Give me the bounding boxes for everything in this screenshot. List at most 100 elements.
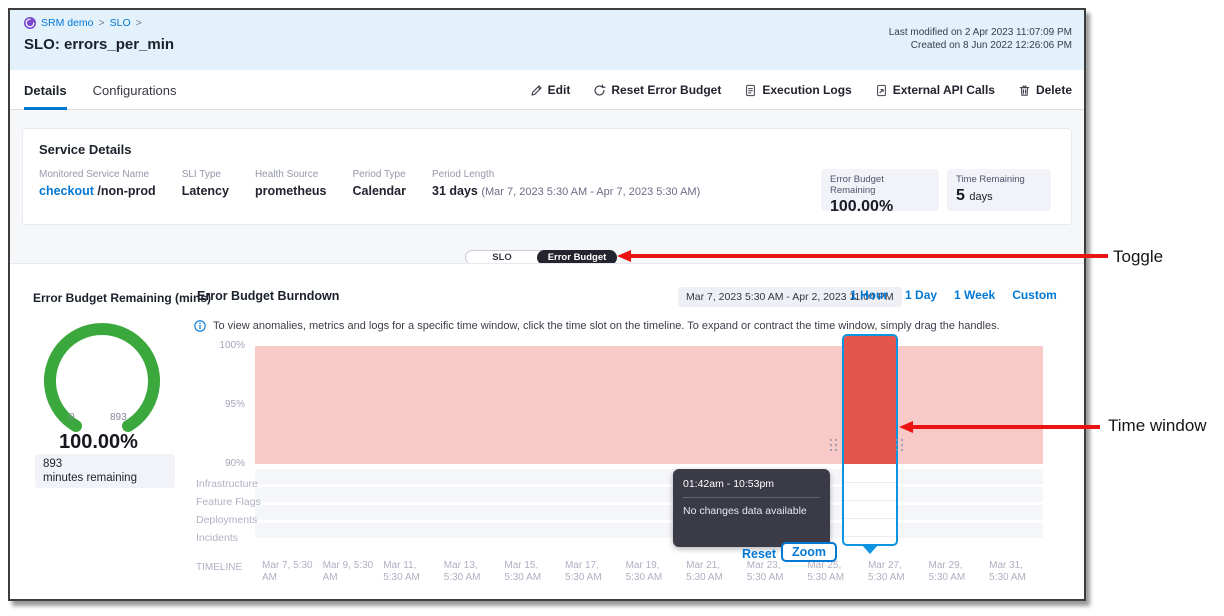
breadcrumb-project[interactable]: SRM demo [41, 17, 94, 29]
timeline-tick[interactable]: Mar 21, 5:30 AM [679, 560, 740, 584]
timeline-tick[interactable]: Mar 29, 5:30 AM [922, 560, 983, 584]
row-label-deployments: Deployments [196, 514, 257, 526]
gauge-arc [42, 321, 162, 441]
time-window-selection[interactable] [842, 334, 898, 546]
edit-label: Edit [548, 83, 571, 97]
field-sli-type: SLI Type Latency [182, 169, 229, 198]
tooltip-message: No changes data available [683, 505, 820, 517]
reset-error-budget-label: Reset Error Budget [611, 83, 721, 97]
timeline-tick[interactable]: Mar 13, 5:30 AM [437, 560, 498, 584]
timeline-tick[interactable]: Mar 27, 5:30 AM [861, 560, 922, 584]
timeline-tick[interactable]: Mar 25, 5:30 AM [800, 560, 861, 584]
info-icon [194, 319, 206, 337]
monitored-service-link[interactable]: checkout [39, 184, 94, 198]
time-window-right-handle[interactable] [896, 439, 904, 452]
breadcrumb-separator: > [99, 17, 105, 29]
sli-type-value: Latency [182, 184, 229, 198]
burndown-title: Error Budget Burndown [197, 289, 339, 303]
period-length-value: 31 days [432, 184, 478, 198]
time-window-annotation-arrowhead-icon [899, 421, 913, 433]
external-api-calls-button[interactable]: External API Calls [875, 83, 995, 97]
timeline-tick[interactable]: Mar 17, 5:30 AM [558, 560, 619, 584]
toggle-annotation-label: Toggle [1113, 247, 1163, 267]
time-remaining-unit: days [969, 191, 992, 203]
timeline-label: TIMELINE [196, 562, 242, 573]
change-row-stripe [255, 487, 1043, 502]
created-text: Created on 8 Jun 2022 12:26:06 PM [889, 39, 1072, 52]
field-label: SLI Type [182, 169, 229, 180]
interval-1-week[interactable]: 1 Week [954, 288, 995, 302]
time-remaining-value: 5 [956, 187, 965, 204]
error-budget-gauge: 0 893 [42, 321, 162, 441]
interval-custom[interactable]: Custom [1012, 288, 1057, 302]
tooltip-time-range: 01:42am - 10:53pm [683, 478, 820, 490]
external-api-calls-label: External API Calls [893, 83, 995, 97]
breadcrumb-separator: > [136, 17, 142, 29]
tab-configurations[interactable]: Configurations [93, 70, 177, 110]
changes-tooltip: 01:42am - 10:53pm No changes data availa… [673, 469, 830, 547]
timeline-tick[interactable]: Mar 19, 5:30 AM [619, 560, 680, 584]
field-label: Period Type [353, 169, 407, 180]
field-label: Monitored Service Name [39, 169, 156, 180]
error-budget-remaining-tile: Error Budget Remaining 100.00% [821, 169, 939, 211]
timeline-tick[interactable]: Mar 9, 5:30 AM [316, 560, 377, 584]
reset-error-budget-button[interactable]: Reset Error Budget [593, 83, 721, 97]
gauge-title: Error Budget Remaining (mins) [33, 291, 211, 305]
delete-button[interactable]: Delete [1018, 83, 1072, 97]
zoom-button[interactable]: Zoom [781, 542, 837, 562]
time-window-left-handle[interactable] [830, 439, 838, 452]
field-monitored-service: Monitored Service Name checkout /non-pro… [39, 169, 156, 198]
y-tick-90: 90% [147, 458, 245, 469]
breadcrumb-slo[interactable]: SLO [110, 17, 131, 29]
document-icon [744, 84, 757, 97]
field-period-type: Period Type Calendar [353, 169, 407, 198]
change-row-stripe [255, 505, 1043, 520]
interval-1-day[interactable]: 1 Day [905, 288, 937, 302]
interval-1-hour[interactable]: 1 Hour [850, 288, 888, 302]
row-label-feature-flags: Feature Flags [196, 496, 261, 508]
minutes-remaining-label: minutes remaining [43, 471, 167, 485]
period-length-range: (Mar 7, 2023 5:30 AM - Apr 7, 2023 5:30 … [481, 186, 700, 198]
pencil-icon [530, 84, 543, 97]
time-window-highlight [844, 336, 896, 464]
breadcrumb: SRM demo > SLO > [24, 17, 142, 29]
time-window-pointer-icon [862, 545, 878, 554]
srm-logo-icon [24, 17, 36, 29]
trash-icon [1018, 84, 1031, 97]
row-label-incidents: Incidents [196, 532, 238, 544]
field-label: Period Length [432, 169, 700, 180]
error-budget-panel: Error Budget Remaining (mins) 0 893 100.… [10, 263, 1084, 599]
reset-icon [593, 84, 606, 97]
period-type-value: Calendar [353, 184, 407, 198]
service-details-title: Service Details [39, 142, 132, 157]
field-period-length: Period Length 31 days (Mar 7, 2023 5:30 … [432, 169, 700, 198]
toggle-annotation-arrow [630, 254, 1108, 258]
tab-details[interactable]: Details [24, 70, 67, 110]
gauge-min: 0 [69, 412, 75, 423]
timeline-tick[interactable]: Mar 7, 5:30 AM [255, 560, 316, 584]
error-budget-remaining-value: 100.00% [830, 198, 930, 216]
page-title: SLO: errors_per_min [24, 36, 174, 53]
burndown-info-text: To view anomalies, metrics and logs for … [213, 320, 1083, 332]
change-row-stripe [255, 523, 1043, 538]
execution-logs-button[interactable]: Execution Logs [744, 83, 851, 97]
gauge-percent: 100.00% [59, 431, 138, 454]
execution-logs-label: Execution Logs [762, 83, 851, 97]
header-meta: Last modified on 2 Apr 2023 11:07:09 PM … [889, 26, 1072, 52]
timeline-tick[interactable]: Mar 23, 5:30 AM [740, 560, 801, 584]
delete-label: Delete [1036, 83, 1072, 97]
reset-button[interactable]: Reset [742, 547, 776, 561]
timeline-tick[interactable]: Mar 11, 5:30 AM [376, 560, 437, 584]
field-health-source: Health Source prometheus [255, 169, 327, 198]
timeline-tick[interactable]: Mar 15, 5:30 AM [497, 560, 558, 584]
edit-button[interactable]: Edit [530, 83, 571, 97]
tab-bar: Details Configurations Edit Reset Error … [10, 70, 1084, 110]
screenshot-canvas: SRM demo > SLO > SLO: errors_per_min Las… [0, 0, 1224, 616]
error-budget-band[interactable] [255, 346, 1043, 464]
gauge-max: 893 [110, 412, 127, 423]
timeline-tick[interactable]: Mar 31, 5:30 AM [982, 560, 1043, 584]
interval-selector: 1 Hour 1 Day 1 Week Custom [850, 288, 1057, 302]
external-document-icon [875, 84, 888, 97]
time-remaining-tile: Time Remaining 5 days [947, 169, 1051, 211]
change-row-stripe [255, 469, 1043, 484]
